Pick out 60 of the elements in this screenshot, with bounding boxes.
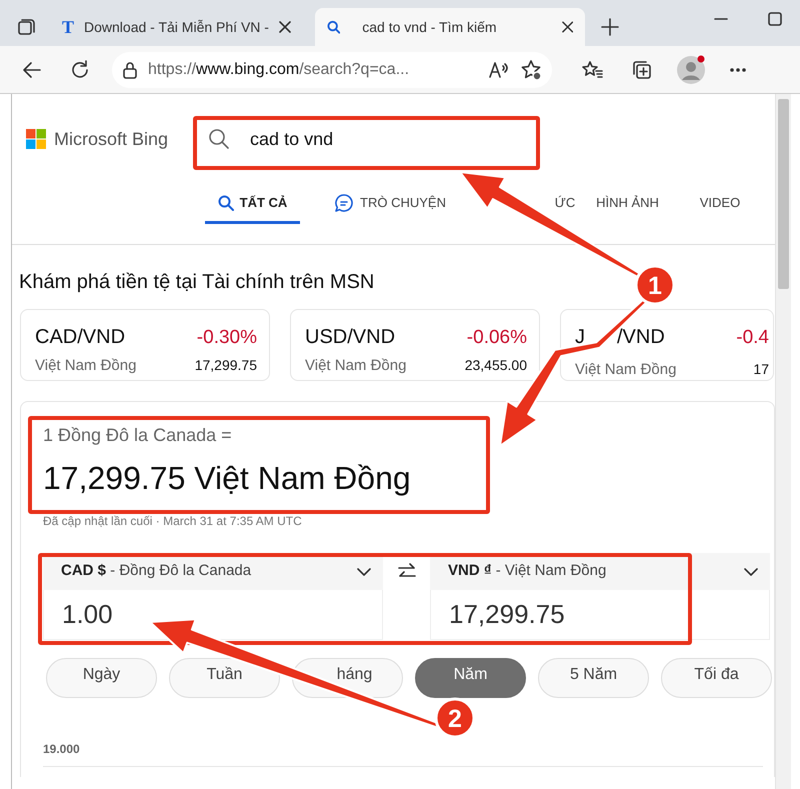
workspaces-icon[interactable] — [16, 17, 36, 37]
change-percent: -0.06% — [466, 326, 527, 350]
search-icon — [208, 128, 230, 150]
change-percent: -0.30% — [196, 326, 257, 350]
number-badge: 1 — [634, 264, 676, 306]
currency-card[interactable]: CAD/VND -0.30% Việt Nam Đồng 17,299.75 — [20, 309, 270, 381]
search-icon — [327, 20, 340, 34]
change-percent: -0.4 — [736, 326, 769, 350]
close-icon[interactable] — [562, 21, 573, 33]
favicon-icon: T — [62, 14, 74, 40]
logo-icon — [26, 129, 46, 149]
currency-dropdown[interactable]: VND ₫ - Việt Nam Đồng — [430, 553, 770, 590]
maximize-icon[interactable] — [768, 12, 782, 26]
conversion-label: 1 Đồng Đô la Canada = — [43, 424, 233, 446]
search-tab[interactable]: ỨC — [480, 184, 590, 224]
amount-field[interactable]: 17,299.75 — [430, 590, 770, 640]
period-chip[interactable]: 5 Năm — [538, 658, 649, 698]
conversion-result: 17,299.75 Việt Nam Đồng — [43, 459, 412, 498]
add-favorite-icon[interactable] — [520, 58, 542, 80]
address-bar[interactable]: https://www.bing.com/search?q=ca... — [112, 52, 552, 88]
search-tab[interactable]: TẤT CẢ — [205, 184, 300, 224]
updated-note: Đã cập nhật lần cuối · March 31 at 7:35 AM UTC — [43, 513, 303, 530]
axis-label: 19.000 — [43, 741, 81, 758]
section-title: Khám phá tiền tệ tại Tài chính trên MSN — [19, 270, 374, 295]
collections-icon[interactable] — [631, 58, 653, 80]
browser-tab[interactable]: cad to vnd - Tìm kiếm — [315, 8, 585, 46]
exchange-rate: 23,455.00 — [464, 356, 527, 374]
browser-tab[interactable]: T Download - Tải Miễn Phí VN - — [50, 8, 315, 46]
currency-card[interactable]: USD/VND -0.06% Việt Nam Đồng 23,455.00 — [290, 309, 540, 381]
period-chip[interactable]: Ngày — [46, 658, 157, 698]
scrollbar-thumb[interactable] — [778, 99, 789, 289]
currency-name: Việt Nam Đồng — [305, 356, 406, 376]
lock-icon — [122, 60, 138, 78]
search-tab[interactable]: HÌNH ẢNH — [590, 184, 665, 224]
period-chip[interactable]: Tuần — [169, 658, 280, 698]
currency-pair: USD/VND — [305, 325, 396, 350]
period-chip[interactable]: Tối đa — [661, 658, 772, 698]
new-tab-icon[interactable] — [601, 18, 619, 36]
logo-text[interactable]: Microsoft Bing — [54, 126, 168, 152]
chevron-down-icon — [744, 568, 758, 576]
close-icon[interactable] — [279, 21, 292, 33]
read-aloud-icon[interactable] — [488, 60, 510, 80]
chat-icon — [334, 192, 354, 212]
search-tab[interactable]: TRÒ CHUYỆN — [300, 184, 480, 224]
currency-name: Việt Nam Đồng — [35, 356, 136, 376]
url-text: https://www.bing.com/search?q=ca... — [148, 60, 410, 80]
favorites-icon[interactable] — [581, 58, 603, 80]
exchange-rate: 17 — [753, 360, 769, 378]
profile-avatar[interactable] — [676, 54, 706, 84]
exchange-rate: 17,299.75 — [194, 356, 257, 374]
currency-pair: J /VND — [575, 325, 665, 350]
search-tab[interactable]: VIDEO — [665, 184, 775, 224]
currency-name: Việt Nam Đồng — [575, 360, 676, 380]
search-field[interactable]: cad to vnd — [196, 116, 536, 162]
chevron-down-icon — [357, 568, 371, 576]
period-chip[interactable]: Năm — [415, 658, 526, 698]
number-badge: 2 — [434, 698, 476, 738]
search-icon — [218, 194, 234, 210]
currency-pair: CAD/VND — [35, 325, 126, 350]
refresh-icon[interactable] — [69, 58, 91, 80]
